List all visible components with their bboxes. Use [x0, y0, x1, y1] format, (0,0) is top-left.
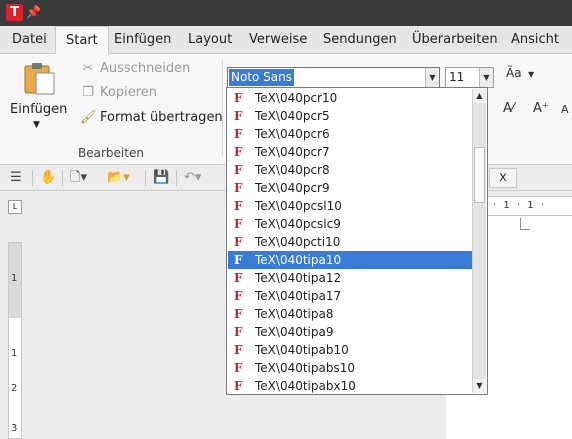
new-document-icon[interactable]: 🗋▾: [70, 169, 87, 187]
ruler-label: 1: [11, 348, 18, 359]
truetype-font-icon: 𝐅: [234, 145, 243, 159]
truetype-font-icon: 𝐅: [234, 325, 243, 339]
paste-button[interactable]: Einfügen: [10, 102, 67, 117]
cut-label: Ausschneiden: [100, 61, 191, 76]
close-document-button[interactable]: x: [489, 168, 517, 188]
scissors-icon: ✂: [82, 61, 94, 76]
tab-ueberarbeiten[interactable]: Überarbeiten: [412, 26, 498, 54]
scroll-down-icon[interactable]: ▼: [473, 379, 486, 393]
chevron-down-icon[interactable]: ▼: [479, 68, 493, 87]
font-name-combobox[interactable]: Noto Sans ▼: [227, 67, 440, 88]
font-list-item[interactable]: 𝐅 TeX\040tipa17: [228, 287, 472, 305]
toolbar-separator: [176, 170, 177, 186]
font-list-item[interactable]: 𝐅 TeX\040pcr6: [228, 125, 472, 143]
truetype-font-icon: 𝐅: [234, 163, 243, 177]
toolbar-separator: [32, 170, 33, 186]
font-list-item[interactable]: 𝐅 TeX\040pcslc9: [228, 215, 472, 233]
ruler-label: 3: [11, 423, 18, 434]
format-painter-label: Format übertragen: [100, 110, 223, 125]
truetype-font-icon: 𝐅: [234, 343, 243, 357]
ruler-marks: · 1 · 1 ·: [493, 200, 546, 211]
tab-layout[interactable]: Layout: [188, 26, 232, 54]
font-list-item[interactable]: 𝐅 TeX\040pcr5: [228, 107, 472, 125]
ruler-label: 2: [11, 383, 18, 394]
truetype-font-icon: 𝐅: [234, 271, 243, 285]
font-list-item[interactable]: 𝐅 TeX\040tipabs10: [228, 359, 472, 377]
font-list-scrollbar[interactable]: ▲ ▼: [472, 89, 486, 393]
cut-button[interactable]: ✂ Ausschneiden: [80, 59, 191, 79]
truetype-font-icon: 𝐅: [234, 91, 243, 105]
truetype-font-icon: 𝐅: [234, 289, 243, 303]
font-list-item[interactable]: 𝐅 TeX\040tipabx10: [228, 377, 472, 394]
font-name-dropdown-list[interactable]: 𝐅 TeX\040pcr10 𝐅 TeX\040pcr5 𝐅 TeX\040pcr6 …: [226, 87, 488, 395]
truetype-font-icon: 𝐅: [234, 379, 243, 393]
font-list-item-selected[interactable]: 𝐅 TeX\040tipa10: [228, 251, 472, 269]
menu-icon[interactable]: ☰: [10, 169, 22, 187]
ribbon-tab-bar: Datei Start Einfügen Layout Verweise Sen…: [0, 26, 572, 55]
tab-datei[interactable]: Datei: [12, 26, 47, 54]
pin-icon[interactable]: 📌: [26, 3, 41, 21]
toolbar-separator: [62, 170, 63, 186]
group-separator: [222, 60, 223, 156]
tab-verweise[interactable]: Verweise: [249, 26, 307, 54]
scroll-up-icon[interactable]: ▲: [473, 89, 486, 103]
tab-einfuegen[interactable]: Einfügen: [114, 26, 171, 54]
font-list-item[interactable]: 𝐅 TeX\040pcr9: [228, 179, 472, 197]
copy-button[interactable]: ❐ Kopieren: [80, 83, 157, 103]
font-list-item[interactable]: 𝐅 TeX\040pcti10: [228, 233, 472, 251]
hand-icon[interactable]: ✋: [40, 169, 56, 187]
toolbar-separator: [145, 170, 146, 186]
truetype-font-icon: 𝐅: [234, 127, 243, 141]
truetype-font-icon: 𝐅: [234, 199, 243, 213]
font-size-value[interactable]: 11: [449, 69, 464, 86]
font-list-item[interactable]: 𝐅 TeX\040pcr7: [228, 143, 472, 161]
truetype-font-icon: 𝐅: [234, 235, 243, 249]
font-list-item[interactable]: 𝐅 TeX\040tipa12: [228, 269, 472, 287]
title-bar: T 📌: [0, 0, 572, 26]
font-list-item[interactable]: 𝐅 TeX\040tipa9: [228, 323, 472, 341]
truetype-font-icon: 𝐅: [234, 217, 243, 231]
tab-ansicht[interactable]: Ansicht: [511, 26, 559, 54]
truetype-font-icon: 𝐅: [234, 307, 243, 321]
font-list-item[interactable]: 𝐅 TeX\040pcsl10: [228, 197, 472, 215]
chevron-down-icon[interactable]: ▼: [425, 68, 439, 87]
group-label-bearbeiten: Bearbeiten: [78, 146, 144, 160]
grow-font-icon[interactable]: A⁺: [533, 101, 549, 116]
truetype-font-icon: 𝐅: [234, 253, 243, 267]
undo-icon[interactable]: ↶▾: [184, 169, 201, 187]
truetype-font-icon: 𝐅: [234, 109, 243, 123]
shrink-font-icon[interactable]: A: [561, 103, 569, 116]
vertical-ruler[interactable]: 1 1 2 3: [8, 242, 22, 439]
copy-icon: ❐: [82, 85, 94, 100]
copy-label: Kopieren: [100, 85, 157, 100]
font-list-item[interactable]: 𝐅 TeX\040pcr8: [228, 161, 472, 179]
tab-start[interactable]: Start: [55, 26, 109, 55]
scrollbar-thumb[interactable]: [474, 147, 485, 203]
font-size-combobox[interactable]: 11 ▼: [445, 67, 494, 88]
save-icon[interactable]: 💾: [153, 169, 169, 187]
brush-icon: 🖌: [80, 110, 97, 125]
paste-icon[interactable]: [22, 61, 56, 95]
paste-dropdown-icon[interactable]: ▼: [33, 120, 40, 130]
clear-formatting-icon[interactable]: A⁄: [503, 101, 514, 116]
change-case-icon[interactable]: Ãa: [506, 66, 522, 80]
font-list-item[interactable]: 𝐅 TeX\040pcr10: [228, 89, 472, 107]
truetype-font-icon: 𝐅: [234, 361, 243, 375]
tab-stop-selector[interactable]: L: [8, 200, 22, 214]
format-painter-button[interactable]: 🖌 Format übertragen: [80, 108, 223, 128]
font-list-item[interactable]: 𝐅 TeX\040tipa8: [228, 305, 472, 323]
ruler-label: 1: [11, 273, 18, 284]
horizontal-ruler[interactable]: · 1 · 1 ·: [487, 196, 572, 216]
font-name-value[interactable]: Noto Sans: [229, 69, 295, 86]
tab-sendungen[interactable]: Sendungen: [323, 26, 397, 54]
truetype-font-icon: 𝐅: [234, 181, 243, 195]
chevron-down-icon[interactable]: ▼: [528, 70, 534, 79]
page-corner-mark: [520, 218, 530, 230]
open-folder-icon[interactable]: 📂▾: [107, 169, 130, 187]
app-icon: T: [6, 4, 23, 21]
font-list-item[interactable]: 𝐅 TeX\040tipab10: [228, 341, 472, 359]
